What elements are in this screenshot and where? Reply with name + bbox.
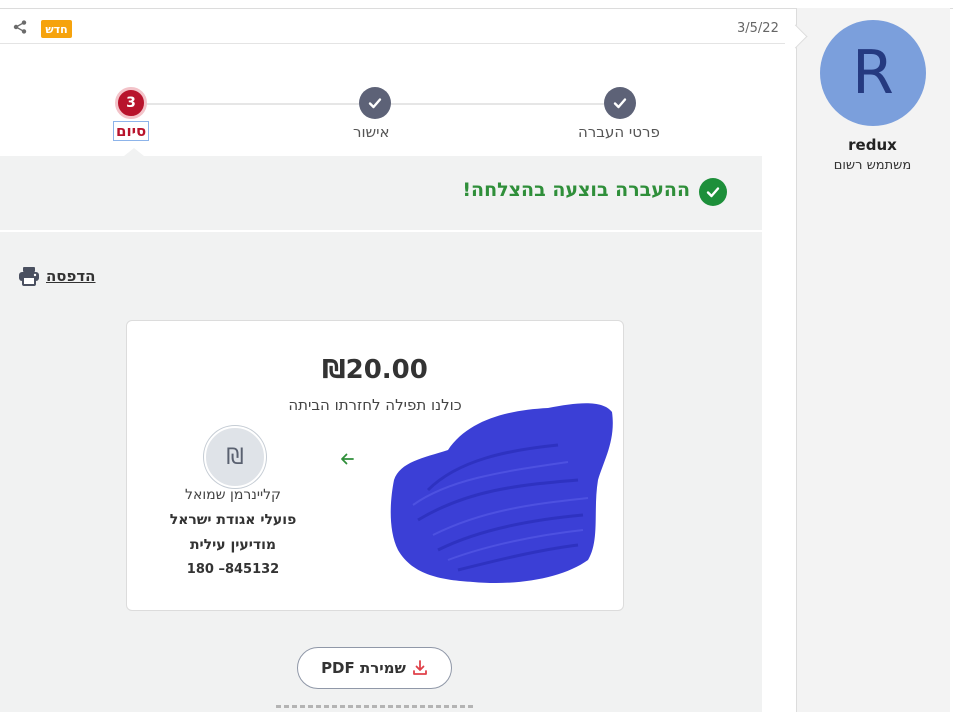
- recipient-name: קליינרמן שמואל: [185, 487, 281, 503]
- save-pdf-label: שמירת PDF: [321, 659, 406, 677]
- avatar[interactable]: R: [820, 20, 926, 126]
- save-pdf-button[interactable]: שמירת PDF: [297, 647, 452, 689]
- user-role: משתמש רשום: [833, 158, 912, 173]
- success-message: ההעברה בוצעה בהצלחה!: [462, 179, 690, 201]
- redaction-scribble: [390, 403, 613, 584]
- printer-icon: [19, 267, 39, 286]
- step-1-check-icon: [604, 87, 636, 119]
- post-date: 3/5/22: [737, 21, 779, 36]
- print-button[interactable]: הדפסה: [18, 266, 96, 286]
- step-2-check-icon: [359, 87, 391, 119]
- active-step-pointer: [124, 148, 144, 156]
- success-check-icon: [699, 178, 727, 206]
- print-label: הדפסה: [46, 267, 96, 285]
- new-badge: חדש: [41, 20, 72, 38]
- shekel-icon: ₪: [204, 426, 266, 488]
- step-3-label: סיום: [112, 121, 150, 141]
- arrow-left-icon: [341, 453, 354, 465]
- username[interactable]: redux: [796, 136, 949, 154]
- download-icon: [413, 660, 427, 675]
- step-3-number: 3: [126, 95, 136, 111]
- cut-off-footer-text: [276, 705, 476, 712]
- share-icon[interactable]: [13, 20, 27, 34]
- step-3-circle: 3: [115, 87, 147, 119]
- recipient-organization: פועלי אגודת ישראל: [169, 512, 297, 528]
- recipient-city: מודיעין עילית: [189, 537, 277, 553]
- recipient-account: 180 –845132: [186, 562, 280, 577]
- header-divider: [0, 43, 785, 44]
- step-2-label: אישור: [353, 123, 390, 141]
- success-divider: [0, 230, 762, 232]
- step-1-label: פרטי העברה: [578, 123, 660, 141]
- transfer-amount: ₪20.00: [322, 355, 428, 385]
